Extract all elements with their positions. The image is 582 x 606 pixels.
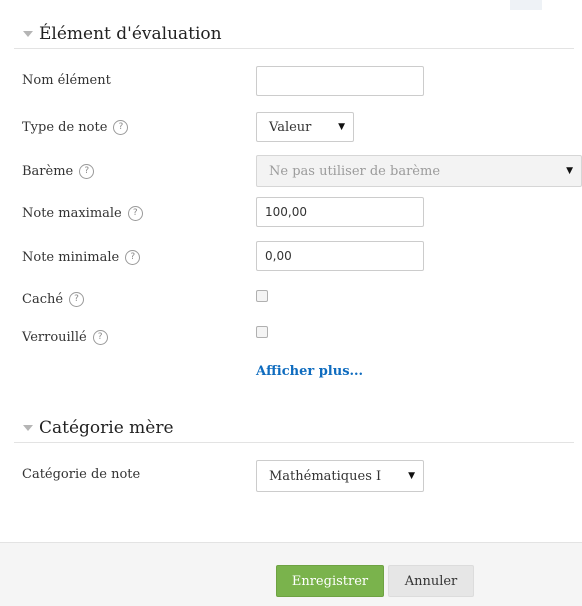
help-icon[interactable]: ? (69, 292, 85, 307)
item-name-label: Nom élément (22, 73, 111, 88)
grade-category-select[interactable]: Mathématiques I ▼ (256, 460, 424, 492)
caret-down-icon (23, 31, 33, 37)
hidden-checkbox[interactable] (256, 290, 268, 302)
section-title-grade-item: Élément d'évaluation (39, 24, 222, 44)
max-grade-label: Note maximale ? (22, 206, 143, 221)
max-grade-input[interactable] (256, 197, 424, 227)
scale-label: Barème ? (22, 164, 95, 179)
caret-down-icon (23, 425, 33, 431)
section-title-parent-category: Catégorie mère (39, 418, 174, 438)
help-icon[interactable]: ? (79, 164, 95, 179)
help-icon[interactable]: ? (127, 206, 143, 221)
locked-checkbox[interactable] (256, 326, 268, 338)
item-name-input[interactable] (256, 66, 424, 96)
hidden-label: Caché ? (22, 292, 85, 307)
save-button[interactable]: Enregistrer (276, 565, 384, 597)
min-grade-label: Note minimale ? (22, 250, 141, 265)
locked-label: Verrouillé ? (22, 330, 108, 345)
show-more-link[interactable]: Afficher plus... (256, 364, 363, 379)
grade-category-label: Catégorie de note (22, 467, 141, 482)
dropdown-arrow-icon: ▼ (338, 122, 345, 132)
scale-select[interactable]: Ne pas utiliser de barème ▼ (256, 155, 582, 187)
dropdown-arrow-icon: ▼ (566, 166, 573, 176)
help-icon[interactable]: ? (125, 250, 141, 265)
grade-type-label: Type de note ? (22, 120, 129, 135)
min-grade-input[interactable] (256, 241, 424, 271)
section-header-grade-item[interactable]: Élément d'évaluation (14, 20, 574, 49)
corner-tab (510, 0, 542, 10)
dropdown-arrow-icon: ▼ (408, 471, 415, 481)
grade-type-select[interactable]: Valeur ▼ (256, 112, 354, 142)
section-header-parent-category[interactable]: Catégorie mère (14, 414, 574, 443)
help-icon[interactable]: ? (113, 120, 129, 135)
cancel-button[interactable]: Annuler (388, 565, 474, 597)
help-icon[interactable]: ? (92, 330, 108, 345)
